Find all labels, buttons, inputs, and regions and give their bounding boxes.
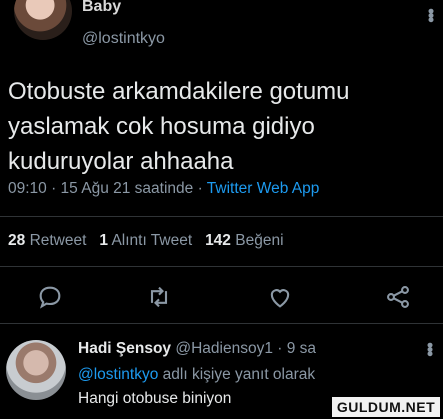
retweet-label[interactable]: Retweet	[30, 232, 87, 249]
author-name[interactable]: Baby	[82, 0, 121, 16]
watermark-logo: GULDUM.NET	[332, 397, 440, 417]
tweet-timestamp[interactable]: 09:10 · 15 Ağu 21 saatinde ·	[8, 180, 207, 197]
tweet-line: kuduruyolar ahhaaha	[8, 148, 234, 175]
quote-label[interactable]: Alıntı Tweet	[111, 232, 192, 249]
more-options-icon[interactable]: •••	[420, 8, 441, 21]
action-bar	[0, 283, 443, 311]
reply-author-name[interactable]: Hadi Şensoy	[78, 340, 171, 357]
tweet-stats: 28 Retweet 1 Alıntı Tweet 142 Beğeni	[8, 232, 284, 250]
reply-icon[interactable]	[36, 283, 64, 311]
reply-more-options-icon[interactable]: •••	[419, 342, 440, 355]
retweet-icon[interactable]	[145, 283, 173, 311]
author-handle[interactable]: @lostintkyo	[82, 30, 165, 48]
tweet-line: yaslamak cok hosuma gidiyo	[8, 113, 315, 140]
like-count[interactable]: 142	[205, 232, 231, 249]
tweet-text: Otobuste arkamdakilere gotumu yaslamak c…	[8, 74, 428, 179]
reply-handle-time[interactable]: @Hadiensoy1 · 9 sa	[175, 340, 316, 357]
replying-to-text: adlı kişiye yanıt olarak	[158, 366, 316, 383]
quote-count[interactable]: 1	[99, 232, 108, 249]
tweet-meta: 09:10 · 15 Ağu 21 saatinde · Twitter Web…	[8, 180, 319, 198]
reply-header: Hadi Şensoy @Hadiensoy1 · 9 sa	[78, 340, 316, 358]
divider	[0, 266, 443, 267]
tweet-source-link[interactable]: Twitter Web App	[207, 180, 320, 197]
like-label[interactable]: Beğeni	[235, 232, 283, 249]
share-icon[interactable]	[384, 283, 412, 311]
retweet-count[interactable]: 28	[8, 232, 25, 249]
divider	[0, 323, 443, 324]
tweet-line: Otobuste arkamdakilere gotumu	[8, 78, 350, 105]
divider	[0, 216, 443, 217]
author-avatar[interactable]	[14, 0, 72, 40]
reply-avatar[interactable]	[6, 340, 66, 400]
replying-to: @lostintkyo adlı kişiye yanıt olarak	[78, 366, 315, 384]
like-icon[interactable]	[266, 283, 294, 311]
replying-to-handle[interactable]: @lostintkyo	[78, 366, 158, 383]
reply-text: Hangi otobuse biniyon	[78, 390, 232, 407]
